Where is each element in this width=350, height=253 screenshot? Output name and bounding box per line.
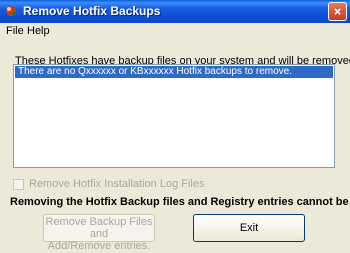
hotfix-listbox[interactable]: There are no Qxxxxxx or KBxxxxxx Hotfix … — [13, 64, 335, 168]
remove-logs-label: Remove Hotfix Installation Log Files — [29, 178, 205, 190]
window-title: Remove Hotfix Backups — [23, 4, 161, 18]
exit-button[interactable]: Exit — [193, 214, 305, 242]
remove-logs-checkbox[interactable] — [13, 179, 24, 190]
list-item[interactable]: There are no Qxxxxxx or KBxxxxxx Hotfix … — [15, 66, 333, 78]
menu-help[interactable]: Help — [27, 25, 50, 37]
title-bar[interactable]: Remove Hotfix Backups × — [0, 0, 350, 23]
app-window: Remove Hotfix Backups × File Help These … — [0, 0, 350, 253]
remove-button-line2: Add/Remove entries. — [47, 240, 151, 252]
exit-button-label: Exit — [239, 222, 259, 234]
warning-text: Removing the Hotfix Backup files and Reg… — [10, 196, 350, 208]
hotfix-app-icon — [4, 4, 18, 18]
close-button[interactable]: × — [328, 2, 347, 21]
remove-button-line1: Remove Backup Files and — [45, 216, 153, 240]
menu-bar: File Help — [0, 23, 350, 39]
remove-backups-button[interactable]: Remove Backup Files and Add/Remove entri… — [43, 214, 155, 252]
close-icon: × — [333, 4, 342, 19]
menu-file[interactable]: File — [6, 25, 24, 37]
